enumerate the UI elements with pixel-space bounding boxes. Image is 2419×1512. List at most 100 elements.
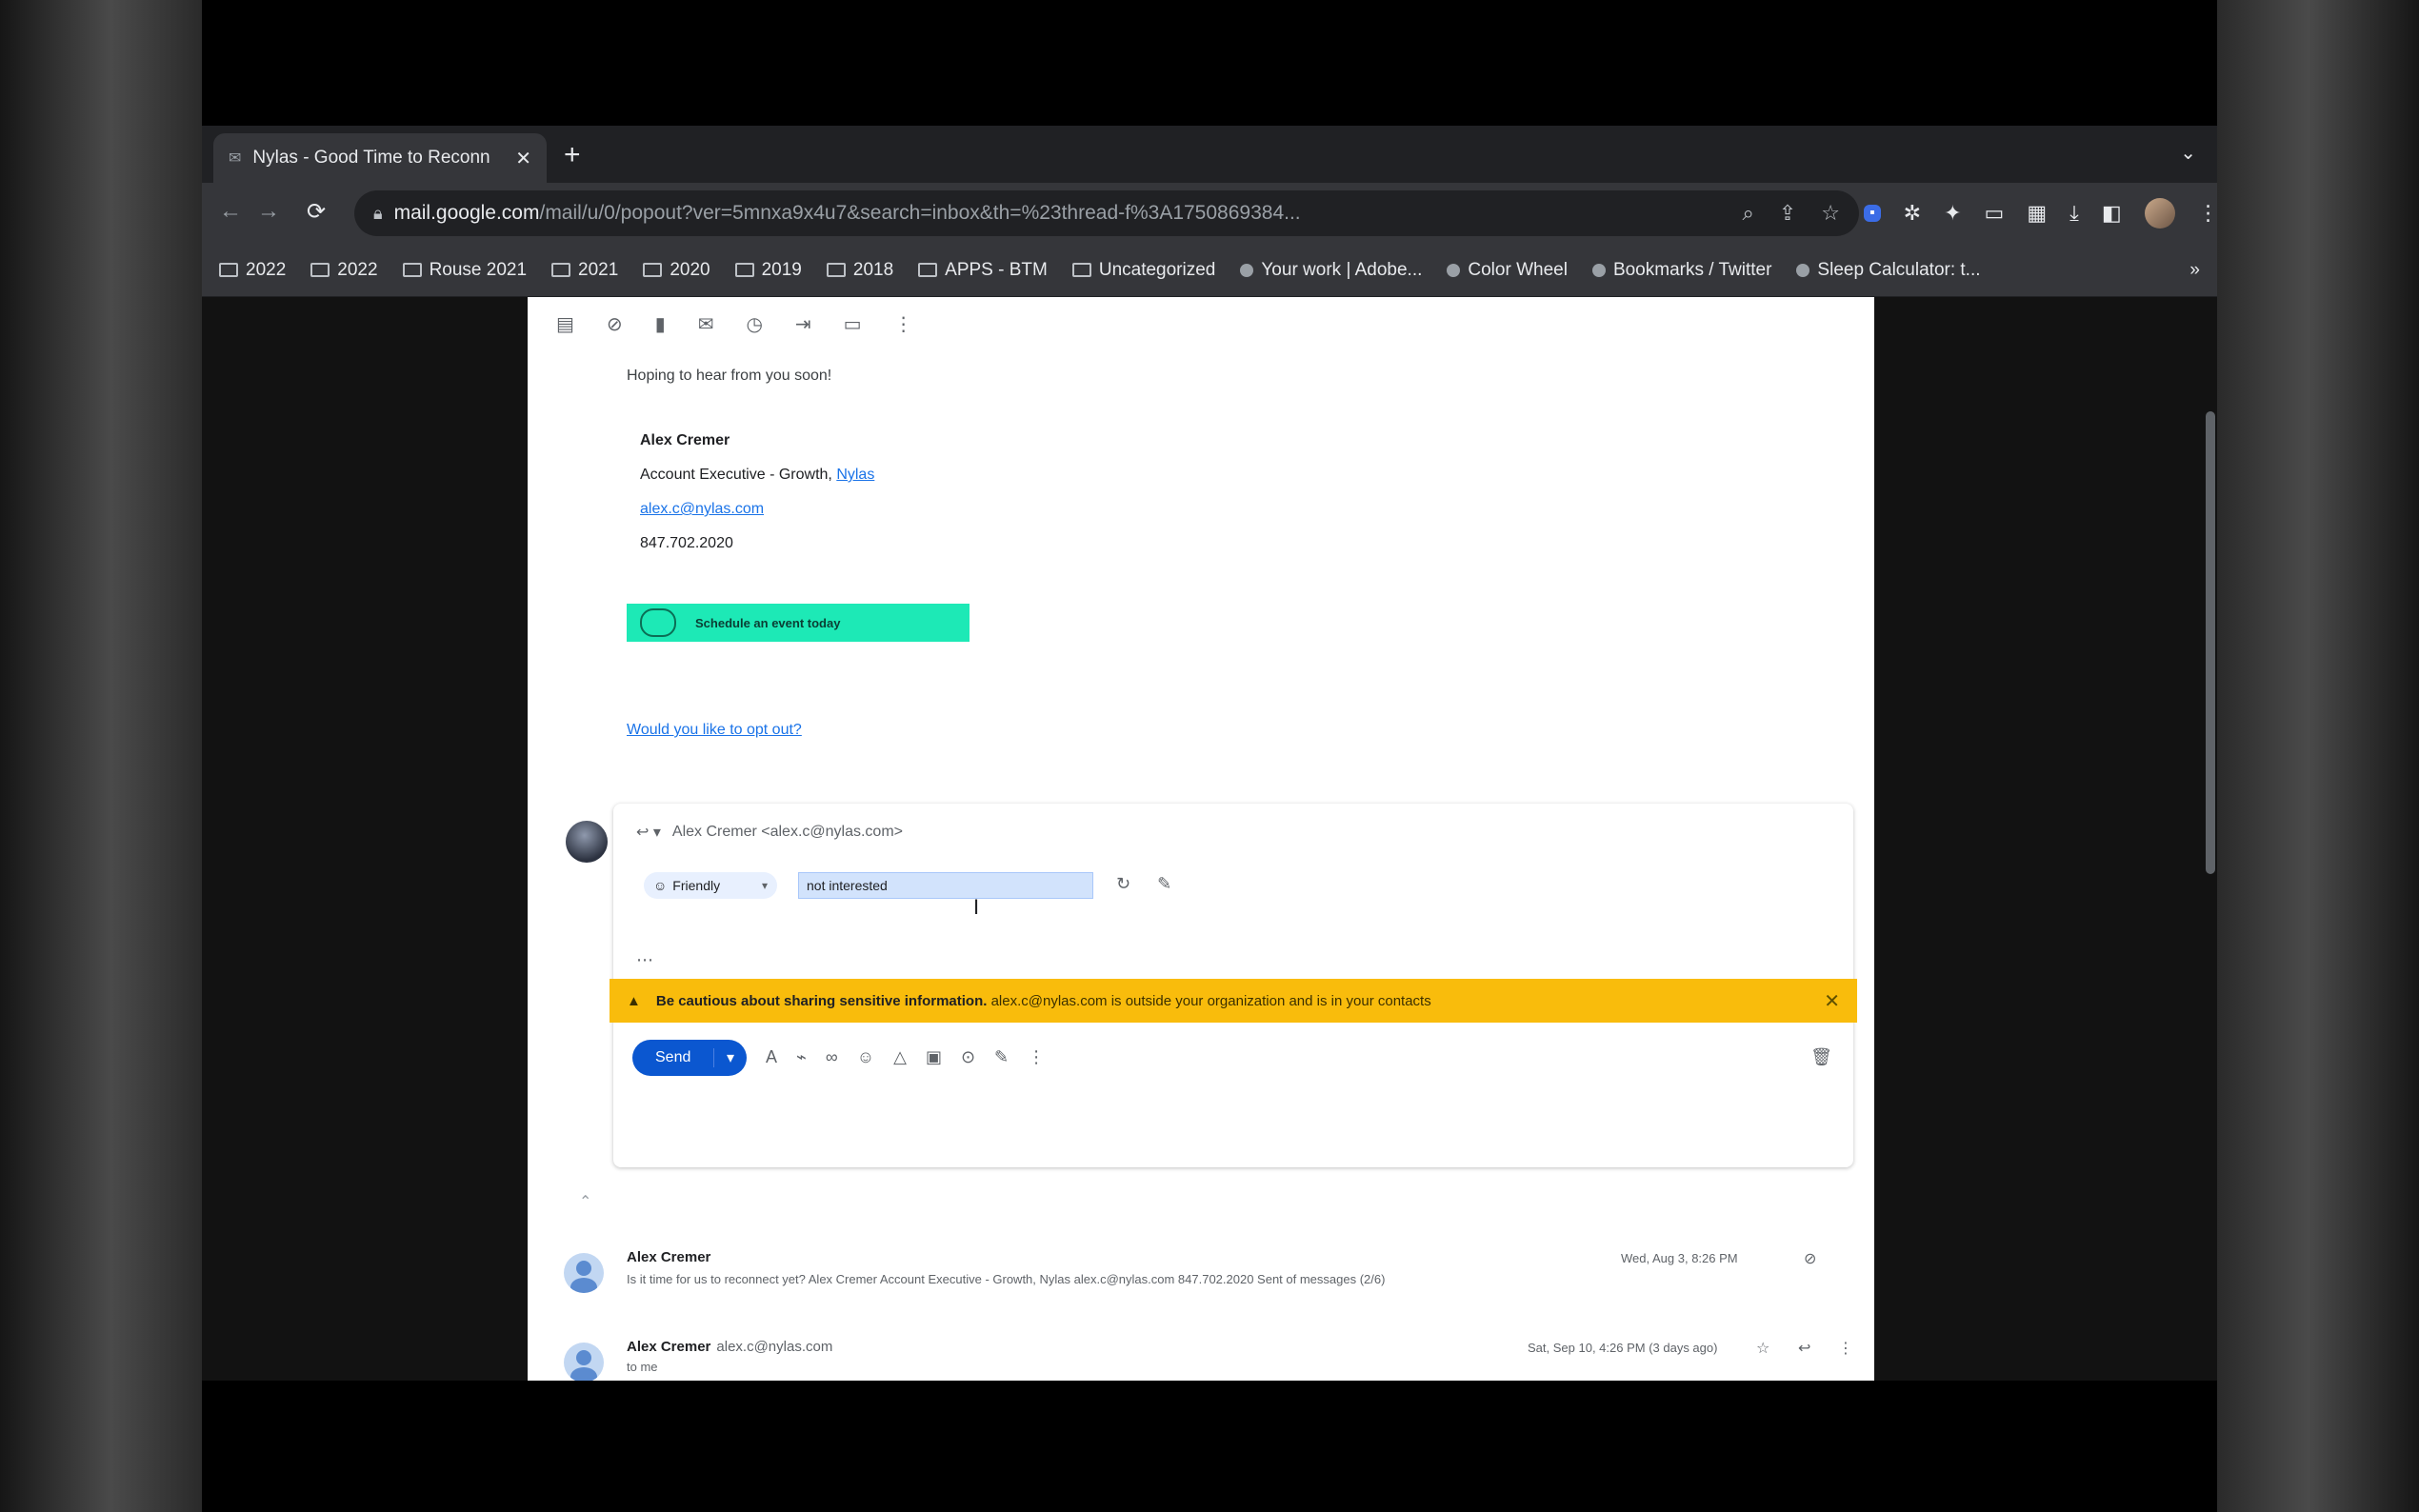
ai-prompt-input[interactable] <box>798 872 1093 899</box>
signature-phone: 847.702.2020 <box>640 535 733 551</box>
bookmark-item[interactable]: 2022 <box>219 260 286 281</box>
delete-icon[interactable]: ▮ <box>655 312 666 336</box>
archive-icon[interactable]: ▤ <box>556 312 574 336</box>
signature-company-link[interactable]: Nylas <box>836 467 874 483</box>
sidepanel-icon[interactable]: ◧ <box>2102 201 2122 226</box>
send-label: Send <box>655 1049 691 1065</box>
attach-icon[interactable]: ⌁ <box>796 1047 807 1067</box>
emoji-icon: ☺ <box>653 878 668 893</box>
bookmark-label: Rouse 2021 <box>429 259 528 280</box>
browser-toolbar: ← → ⟳ 🔒︎ mail.google.com/mail/u/0/popout… <box>202 183 2217 244</box>
chevron-down-icon[interactable]: ▾ <box>713 1048 747 1067</box>
reload-icon[interactable]: ⟳ <box>307 198 326 226</box>
bookmark-label: Your work | Adobe... <box>1261 259 1423 280</box>
address-bar[interactable]: 🔒︎ mail.google.com/mail/u/0/popout?ver=5… <box>354 190 1859 236</box>
confidential-icon[interactable]: ⊙ <box>961 1047 975 1067</box>
extension-gear-icon[interactable]: ✲ <box>1904 201 1921 226</box>
tone-dropdown[interactable]: ☺ Friendly ▾ <box>644 872 777 899</box>
bookmark-item[interactable]: Bookmarks / Twitter <box>1591 260 1771 281</box>
bookmark-item[interactable]: Color Wheel <box>1447 260 1568 281</box>
bookmark-item[interactable]: 2022 <box>310 260 378 281</box>
new-tab-button[interactable]: + <box>564 139 581 171</box>
bookmark-label: 2022 <box>246 259 287 280</box>
cast-icon[interactable]: ▭ <box>1985 201 2005 226</box>
reply-header: ↩ ▾ Alex Cremer <alex.c@nylas.com> <box>636 823 903 842</box>
dismiss-warning-icon[interactable]: ✕ <box>1824 989 1840 1013</box>
bookmarks-bar: 2022 2022 Rouse 2021 2021 2020 2019 2018 APPS -… <box>202 244 2217 297</box>
folder-icon <box>826 263 846 277</box>
more-options-icon[interactable]: ⋮ <box>894 312 913 336</box>
bookmark-item[interactable]: Uncategorized <box>1071 260 1215 281</box>
extension-chip-icon[interactable]: ▪ <box>1864 205 1881 222</box>
show-trimmed-content-icon[interactable]: ⋯ <box>636 950 653 970</box>
bookmark-item[interactable]: 2018 <box>826 260 893 281</box>
scrollbar[interactable] <box>2206 411 2215 874</box>
mark-unread-icon[interactable]: ✉ <box>698 312 714 336</box>
share-icon[interactable]: ⇪ <box>1779 201 1796 226</box>
reply-icon[interactable]: ↩ <box>1798 1339 1810 1358</box>
more-options-icon[interactable]: ⋮ <box>1028 1047 1045 1067</box>
move-to-icon[interactable]: ⇥ <box>795 312 811 336</box>
expand-icon[interactable]: ⌃ <box>579 1192 591 1211</box>
bookmark-star-icon[interactable]: ☆ <box>1821 201 1840 226</box>
avatar <box>564 1253 604 1293</box>
back-icon[interactable]: ← <box>219 198 242 225</box>
photo-icon[interactable]: ▣ <box>926 1047 942 1067</box>
bookmark-item[interactable]: 2020 <box>643 260 710 281</box>
drive-icon[interactable]: △ <box>893 1047 907 1067</box>
signature-email-link[interactable]: alex.c@nylas.com <box>640 501 764 518</box>
site-icon <box>1796 263 1810 277</box>
extensions-puzzle-icon[interactable]: ✦ <box>1944 201 1961 226</box>
reply-type-icon[interactable]: ↩ ▾ <box>636 823 661 842</box>
emoji-icon[interactable]: ☺ <box>857 1047 874 1067</box>
forward-icon[interactable]: → <box>257 198 280 225</box>
format-text-icon[interactable]: A <box>766 1047 777 1067</box>
report-spam-icon[interactable]: ⊘ <box>607 312 623 336</box>
thread-sender-name: Alex Cremer <box>627 1339 711 1355</box>
more-options-icon[interactable]: ⋮ <box>1838 1339 1853 1358</box>
browser-menu-icon[interactable]: ⋮ <box>2198 201 2217 226</box>
tab-active[interactable]: ✉ Nylas - Good Time to Reconn ✕ <box>213 133 547 183</box>
close-tab-icon[interactable]: ✕ <box>515 147 531 170</box>
snooze-icon[interactable]: ◷ <box>746 312 762 336</box>
bookmark-item[interactable]: 2019 <box>734 260 802 281</box>
thread-recipient[interactable]: to me <box>627 1360 658 1374</box>
send-button[interactable]: Send ▾ <box>632 1040 747 1076</box>
thread-date: Sat, Sep 10, 4:26 PM (3 days ago) <box>1528 1341 1718 1355</box>
signature-name: Alex Cremer <box>640 432 730 448</box>
tab-grid-icon[interactable]: ▦ <box>2027 201 2047 226</box>
link-icon[interactable]: ∞ <box>826 1047 838 1067</box>
warning-text: Be cautious about sharing sensitive info… <box>656 993 1431 1009</box>
attachment-icon[interactable]: ⊘ <box>1804 1249 1816 1268</box>
download-icon[interactable]: ⤓ <box>2069 201 2079 226</box>
star-icon[interactable]: ☆ <box>1756 1339 1769 1358</box>
zoom-icon[interactable]: ⌕ <box>1743 201 1754 226</box>
bookmark-item[interactable]: 2021 <box>551 260 618 281</box>
reply-recipient[interactable]: Alex Cremer <alex.c@nylas.com> <box>672 824 903 841</box>
thread-sender-email: alex.c@nylas.com <box>716 1339 833 1355</box>
tab-search-icon[interactable]: ⌄ <box>2180 141 2196 165</box>
generate-icon[interactable]: ✎ <box>1157 874 1171 894</box>
site-icon <box>1240 263 1254 277</box>
thread-sender[interactable]: Alex Cremer <box>627 1249 710 1265</box>
banner-text: Schedule an event today <box>695 615 841 630</box>
bookmark-item[interactable]: APPS - BTM <box>918 260 1048 281</box>
bookmark-item[interactable]: Rouse 2021 <box>402 259 528 281</box>
bookmark-item[interactable]: Your work | Adobe... <box>1240 260 1422 281</box>
bookmark-item[interactable]: Sleep Calculator: t... <box>1796 260 1981 281</box>
refresh-icon[interactable]: ↻ <box>1116 874 1130 894</box>
mail-icon: ✉ <box>229 150 242 167</box>
thread-sender[interactable]: Alex Cremer alex.c@nylas.com <box>627 1339 832 1355</box>
signature-banner[interactable]: Schedule an event today <box>627 604 970 642</box>
site-icon <box>1591 263 1606 277</box>
external-recipient-warning: ▲ Be cautious about sharing sensitive in… <box>610 979 1857 1023</box>
folder-icon <box>310 263 330 277</box>
discard-draft-icon[interactable]: 🗑︎ <box>1810 1047 1832 1067</box>
folder-icon <box>402 263 422 277</box>
profile-avatar[interactable] <box>2144 198 2175 229</box>
signature-pen-icon[interactable]: ✎ <box>994 1047 1009 1067</box>
unsubscribe-link[interactable]: Would you like to opt out? <box>627 722 802 739</box>
label-icon[interactable]: ▭ <box>844 312 862 336</box>
more-bookmarks-icon[interactable]: » <box>2189 260 2200 281</box>
thread-snippet[interactable]: Is it time for us to reconnect yet? Alex… <box>627 1272 1385 1286</box>
